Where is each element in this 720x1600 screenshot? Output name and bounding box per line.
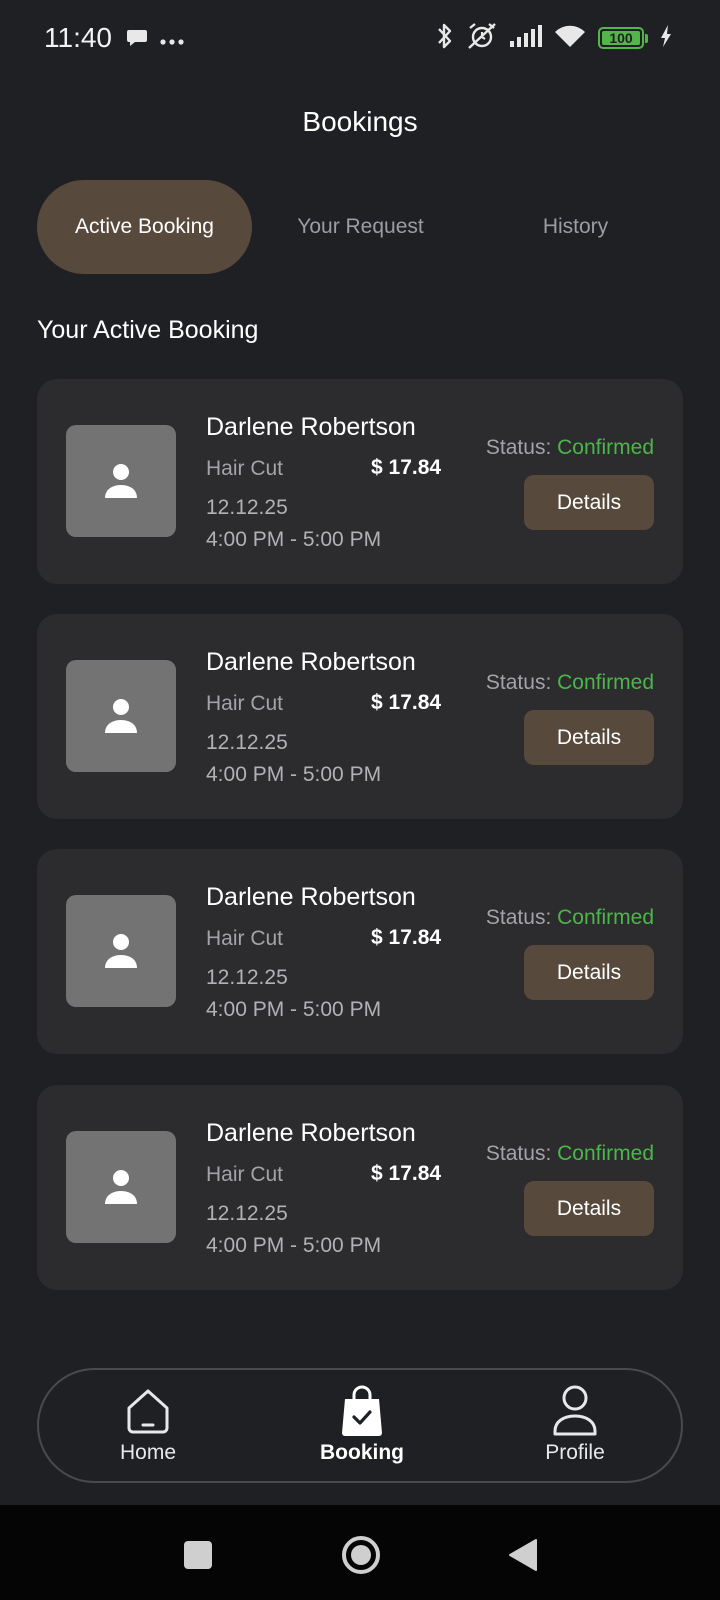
status-value: Confirmed — [557, 1142, 654, 1165]
recents-button[interactable] — [178, 1535, 218, 1575]
nav-label-home: Home — [119, 1441, 177, 1464]
nav-item-booking[interactable]: Booking — [282, 1370, 442, 1481]
circle-icon — [342, 1536, 380, 1574]
booking-time: 4:00 PM - 5:00 PM — [206, 763, 382, 786]
person-icon — [105, 699, 137, 733]
avatar — [66, 425, 176, 537]
page-title: Bookings — [302, 106, 418, 137]
bluetooth-icon — [436, 22, 454, 55]
tab-history[interactable]: History — [468, 180, 683, 274]
wifi-icon — [554, 24, 586, 53]
battery-icon: 100 — [598, 27, 648, 49]
bottom-nav: Home Booking Profile — [37, 1368, 683, 1483]
booking-card[interactable]: Darlene Robertson Hair Cut $ 17.84 12.12… — [37, 1085, 683, 1290]
status-label: Status: — [485, 671, 552, 694]
more-dots-icon — [160, 32, 184, 50]
booking-name: Darlene Robertson — [206, 648, 416, 676]
avatar — [66, 1131, 176, 1243]
details-button[interactable]: Details — [524, 475, 654, 530]
booking-date: 12.12.25 — [206, 966, 288, 989]
booking-date: 12.12.25 — [206, 1202, 288, 1225]
status-value: Confirmed — [557, 906, 654, 929]
booking-service: Hair Cut — [206, 457, 284, 480]
status-left-icons — [126, 28, 184, 53]
booking-name: Darlene Robertson — [206, 413, 416, 441]
booking-card[interactable]: Darlene Robertson Hair Cut $ 17.84 12.12… — [37, 614, 683, 819]
status-value: Confirmed — [557, 436, 654, 459]
booking-name: Darlene Robertson — [206, 883, 416, 911]
booking-status: Status: Confirmed — [486, 906, 654, 930]
nav-item-home[interactable]: Home — [68, 1370, 228, 1481]
avatar — [66, 660, 176, 772]
system-nav-bar — [0, 1505, 720, 1600]
status-label: Status: — [485, 436, 552, 459]
alarm-off-icon — [466, 22, 498, 55]
booking-price: $ 17.84 — [371, 1162, 442, 1185]
booking-service: Hair Cut — [206, 692, 284, 715]
tab-active-booking[interactable]: Active Booking — [37, 180, 252, 274]
person-icon — [105, 1170, 137, 1204]
booking-status: Status: Confirmed — [486, 436, 654, 460]
status-bar: 11:40 100 — [0, 0, 720, 78]
chat-bubble-icon — [126, 28, 148, 53]
booking-card[interactable]: Darlene Robertson Hair Cut $ 17.84 12.12… — [37, 379, 683, 584]
booking-service: Hair Cut — [206, 1163, 284, 1186]
details-button[interactable]: Details — [524, 945, 654, 1000]
booking-status: Status: Confirmed — [486, 1142, 654, 1166]
booking-status: Status: Confirmed — [486, 671, 654, 695]
booking-price: $ 17.84 — [371, 456, 442, 479]
details-button[interactable]: Details — [524, 1181, 654, 1236]
booking-time: 4:00 PM - 5:00 PM — [206, 528, 382, 551]
triangle-back-icon — [509, 1539, 537, 1571]
status-value: Confirmed — [557, 671, 654, 694]
home-system-button[interactable] — [340, 1535, 382, 1575]
battery-level: 100 — [609, 30, 633, 46]
nav-label-booking: Booking — [320, 1441, 404, 1464]
details-button[interactable]: Details — [524, 710, 654, 765]
person-icon — [105, 934, 137, 968]
section-title: Your Active Booking — [37, 316, 259, 344]
booking-date: 12.12.25 — [206, 496, 288, 519]
status-time: 11:40 — [44, 22, 112, 53]
booking-price: $ 17.84 — [371, 691, 442, 714]
status-right-icons: 100 — [436, 22, 672, 54]
booking-service: Hair Cut — [206, 927, 284, 950]
booking-name: Darlene Robertson — [206, 1119, 416, 1147]
booking-card[interactable]: Darlene Robertson Hair Cut $ 17.84 12.12… — [37, 849, 683, 1054]
home-icon — [123, 1384, 173, 1438]
avatar — [66, 895, 176, 1007]
profile-icon — [550, 1384, 600, 1438]
booking-time: 4:00 PM - 5:00 PM — [206, 998, 382, 1021]
status-label: Status: — [485, 906, 552, 929]
person-icon — [105, 464, 137, 498]
nav-label-profile: Profile — [545, 1441, 605, 1464]
status-label: Status: — [485, 1142, 552, 1165]
shopping-bag-check-icon — [337, 1384, 387, 1438]
booking-price: $ 17.84 — [371, 926, 442, 949]
nav-item-profile[interactable]: Profile — [495, 1370, 655, 1481]
square-icon — [184, 1541, 212, 1569]
signal-icon — [510, 24, 542, 52]
charging-bolt-icon — [660, 24, 672, 52]
booking-time: 4:00 PM - 5:00 PM — [206, 1234, 382, 1257]
booking-date: 12.12.25 — [206, 731, 288, 754]
back-button[interactable] — [505, 1535, 541, 1575]
tab-your-request[interactable]: Your Request — [253, 180, 468, 274]
